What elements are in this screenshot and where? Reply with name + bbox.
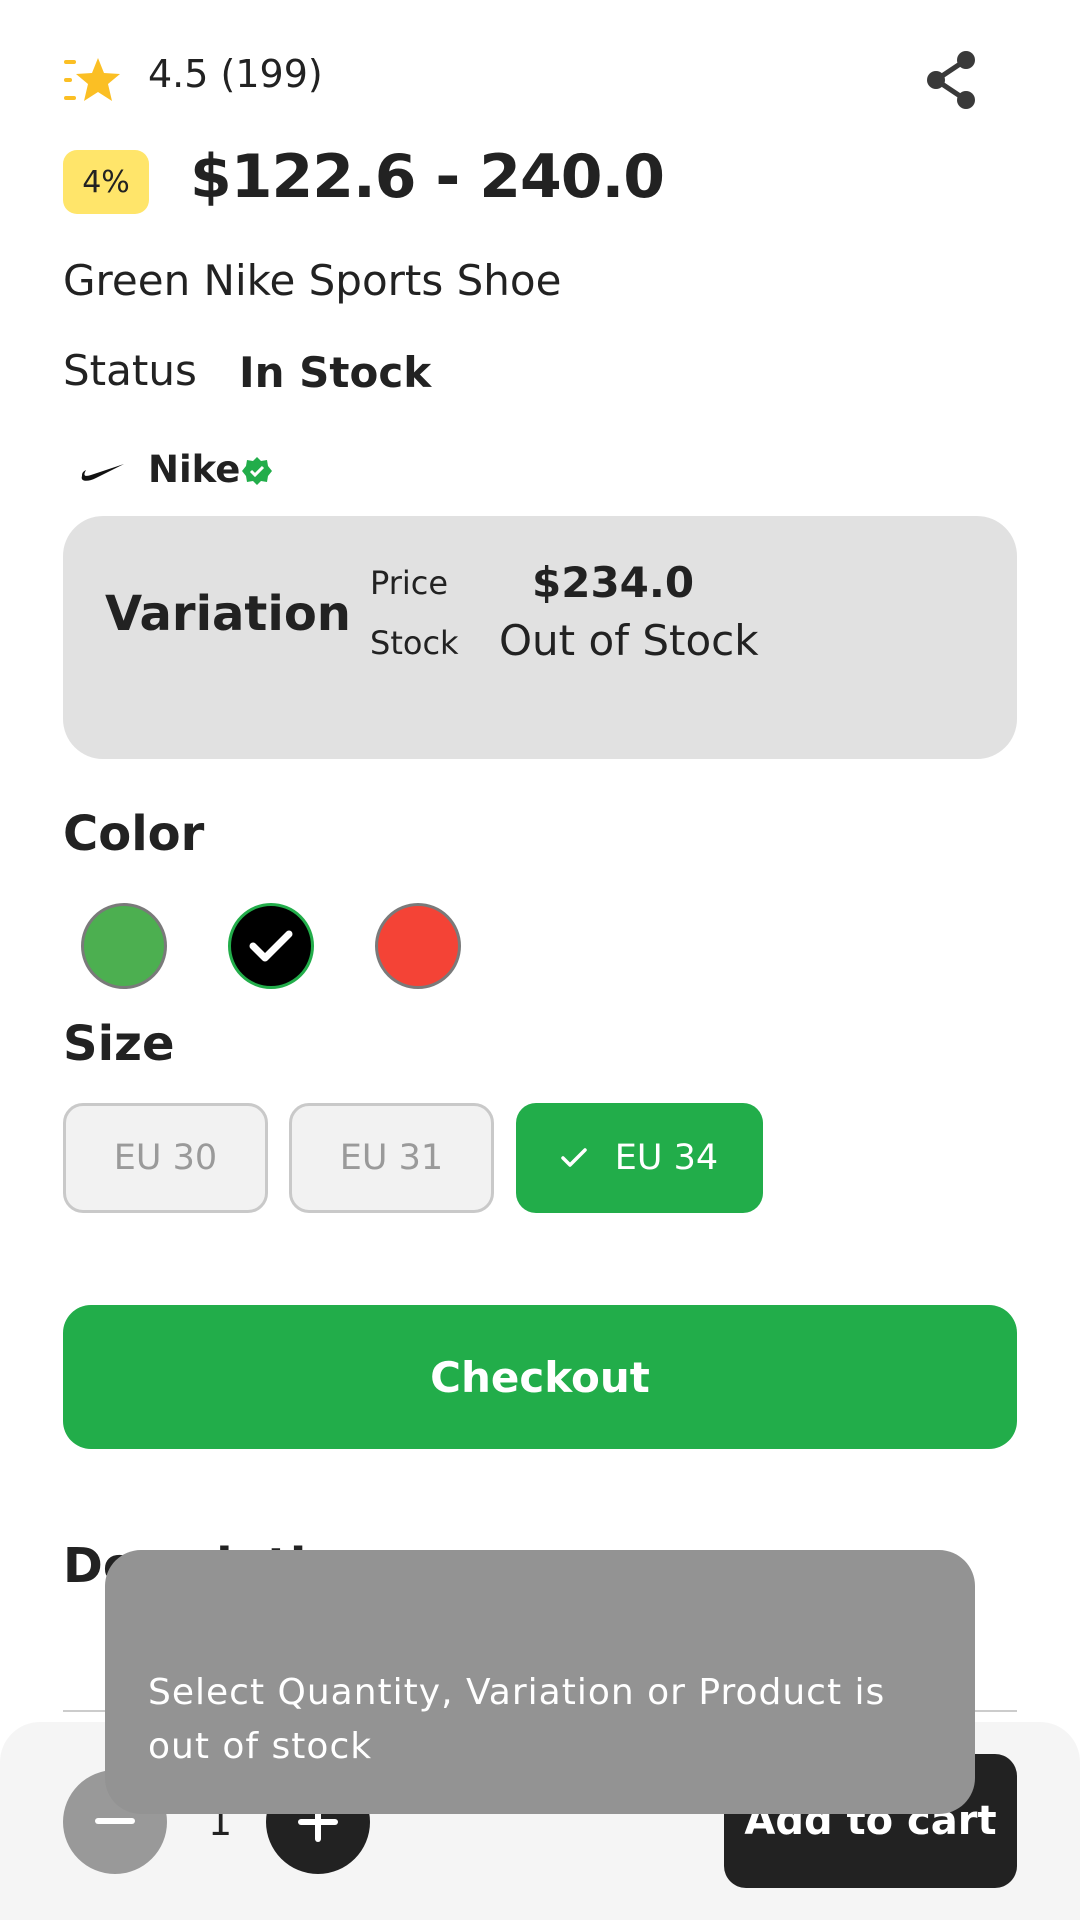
size-option-eu31[interactable]: EU 31	[289, 1103, 494, 1213]
variation-price-value: $234.0	[532, 558, 695, 607]
size-option-eu30[interactable]: EU 30	[63, 1103, 268, 1213]
verified-badge-icon	[242, 456, 272, 486]
product-title: Green Nike Sports Shoe	[63, 256, 562, 305]
price-range: $122.6 - 240.0	[190, 142, 665, 212]
share-icon[interactable]	[924, 50, 980, 110]
size-option-label: EU 30	[113, 1138, 218, 1178]
size-heading: Size	[63, 1016, 175, 1072]
brand-name[interactable]: Nike	[148, 448, 240, 491]
minus-icon	[95, 1818, 135, 1824]
toast-text: Select Quantity, Variation or Product is…	[148, 1672, 886, 1767]
discount-badge: 4%	[63, 150, 149, 214]
color-heading: Color	[63, 806, 205, 862]
rating-star-icon	[62, 56, 122, 106]
variation-price-label: Price	[370, 564, 449, 602]
status-value: In Stock	[239, 348, 432, 397]
variation-stock-label: Stock	[370, 624, 459, 662]
color-swatch-red[interactable]	[375, 903, 461, 989]
size-option-label: EU 34	[614, 1138, 719, 1178]
status-label: Status	[63, 346, 197, 395]
checkout-label: Checkout	[430, 1352, 650, 1402]
color-swatch-black[interactable]	[228, 903, 314, 989]
variation-title: Variation	[105, 586, 351, 642]
checkout-button[interactable]: Checkout	[63, 1305, 1017, 1449]
variation-stock-value: Out of Stock	[499, 616, 759, 665]
check-icon	[561, 1148, 587, 1167]
check-icon	[249, 930, 293, 962]
rating-text: 4.5 (199)	[148, 52, 323, 96]
color-swatch-green[interactable]	[81, 903, 167, 989]
size-option-eu34[interactable]: EU 34	[516, 1103, 763, 1213]
size-option-label: EU 31	[339, 1138, 444, 1178]
nike-logo[interactable]	[80, 458, 126, 484]
